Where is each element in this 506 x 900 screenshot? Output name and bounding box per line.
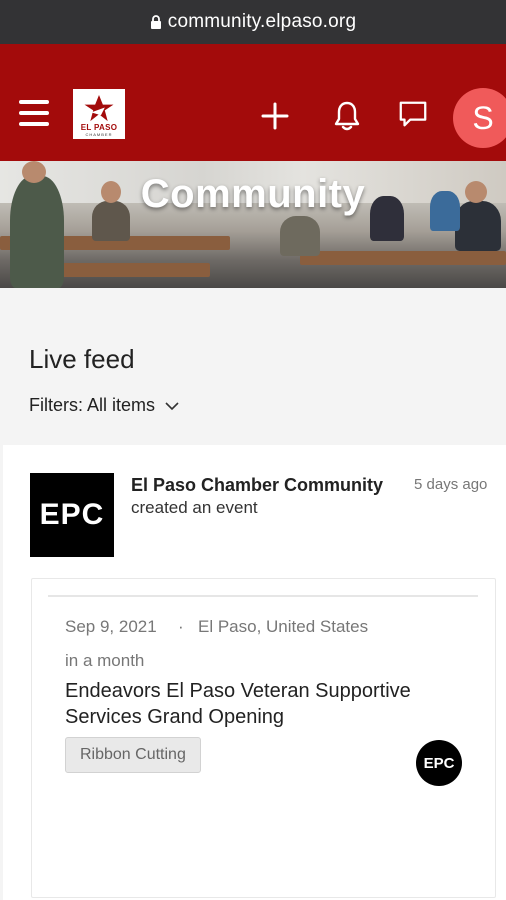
event-relative-time: in a month [65,651,145,670]
chevron-down-icon [165,401,179,410]
el-paso-chamber-logo[interactable]: EL PASO CHAMBER [73,89,125,139]
post-action: created an event [131,498,258,517]
hamburger-menu-icon[interactable] [19,100,49,126]
event-tag[interactable]: Ribbon Cutting [65,737,201,773]
hero-title: Community [140,172,366,216]
event-date: Sep 9, 2021 [65,617,157,636]
post-timestamp: 5 days ago [414,476,488,493]
star-icon [84,94,114,122]
event-title[interactable]: Endeavors El Paso Veteran Supportive Ser… [65,678,485,730]
filters-label: Filters: All items [29,395,156,415]
bell-icon[interactable] [331,100,363,132]
logo-subtext: CHAMBER [85,132,113,137]
browser-url-bar[interactable]: community.elpaso.org [0,0,506,44]
filters-dropdown[interactable]: Filters: All items [29,395,179,416]
event-separator: · [178,617,184,636]
top-navigation-bar: EL PASO CHAMBER S [0,44,506,161]
post-author[interactable]: El Paso Chamber Community [131,475,383,496]
lock-icon [150,15,162,29]
logo-text: EL PASO [80,123,118,132]
url-text: community.elpaso.org [167,11,357,32]
chat-icon[interactable] [397,98,429,130]
feed-title: Live feed [29,344,135,374]
event-organizer-avatar[interactable]: EPC [416,740,462,786]
event-location: El Paso, United States [198,617,369,636]
plus-icon[interactable] [259,100,291,132]
event-divider [48,595,478,597]
author-avatar[interactable]: EPC [30,473,114,557]
user-avatar[interactable]: S [453,88,506,148]
feed-header: Live feed Filters: All items [0,288,506,445]
